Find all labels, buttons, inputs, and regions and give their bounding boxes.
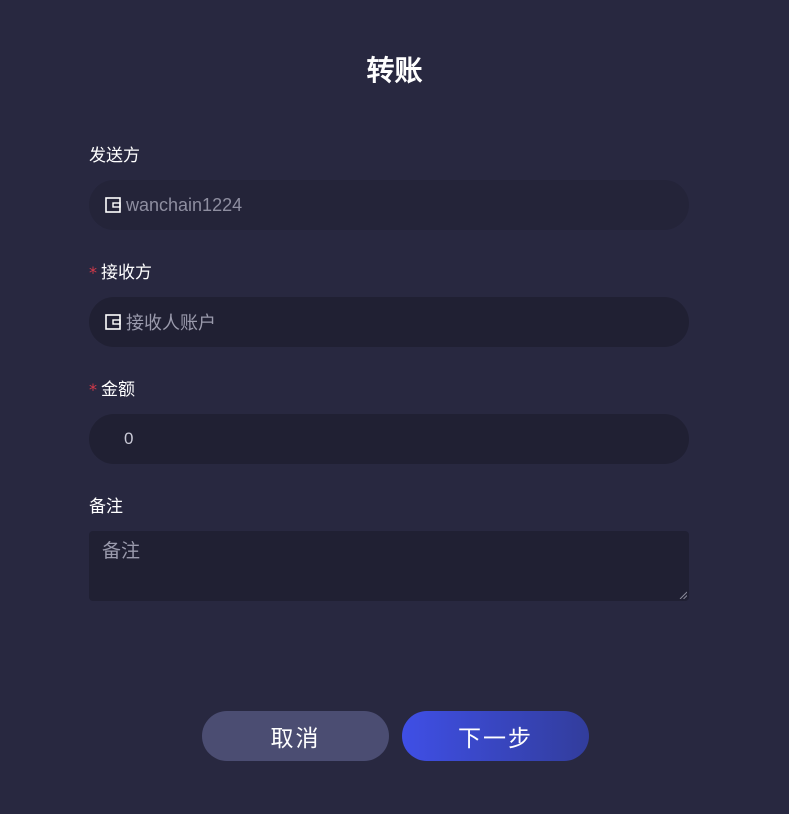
resize-handle-icon[interactable] (679, 591, 687, 599)
amount-label: * 金额 (89, 379, 135, 401)
sender-label-text: 发送方 (89, 146, 140, 166)
memo-placeholder: 备注 (102, 540, 141, 562)
dialog-title: 转账 (366, 54, 423, 87)
cancel-button[interactable]: 取消 (202, 711, 389, 761)
transfer-dialog: 转账 发送方 wanchain1224 * 接收方 接收人账户 * 金额 0 备注 … (0, 0, 789, 814)
wallet-icon (105, 197, 121, 213)
recipient-label: * 接收方 (89, 262, 152, 284)
next-step-button-label: 下一步 (458, 726, 533, 752)
sender-field[interactable]: wanchain1224 (89, 180, 689, 230)
sender-value: wanchain1224 (126, 194, 243, 215)
next-step-button[interactable]: 下一步 (402, 711, 589, 761)
amount-input[interactable]: 0 (89, 414, 689, 464)
wallet-icon (105, 314, 121, 330)
sender-label: 发送方 (89, 145, 140, 167)
amount-label-text: 金额 (101, 380, 135, 400)
required-mark: * (89, 380, 97, 399)
amount-value: 0 (124, 429, 134, 448)
cancel-button-label: 取消 (270, 726, 321, 752)
recipient-label-text: 接收方 (101, 263, 152, 283)
recipient-placeholder: 接收人账户 (126, 313, 216, 333)
required-mark: * (89, 263, 97, 282)
recipient-input[interactable]: 接收人账户 (89, 297, 689, 347)
memo-label: 备注 (89, 496, 123, 518)
memo-textarea[interactable]: 备注 (89, 531, 689, 601)
memo-label-text: 备注 (89, 497, 123, 517)
